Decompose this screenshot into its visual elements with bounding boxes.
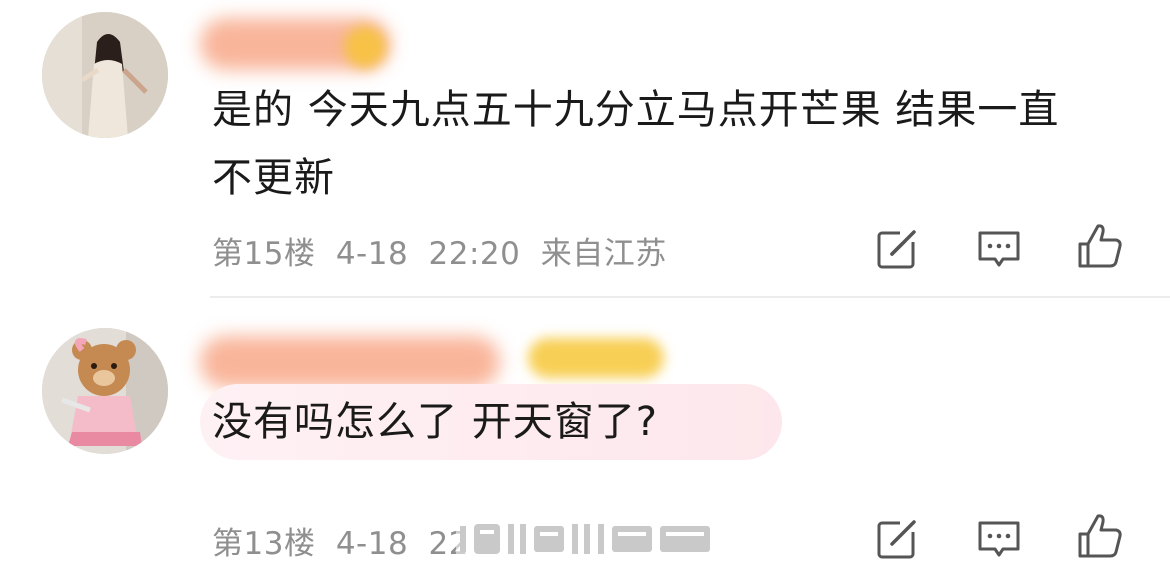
username-blurred[interactable]: [200, 336, 500, 388]
comment-meta: 第13楼 4-18 22: [212, 518, 469, 563]
comment-divider: [210, 296, 1170, 298]
location-label: 来自江苏: [540, 236, 667, 272]
comment-text-line: 是的 今天九点五十九分立马点开芒果 结果一直: [212, 87, 1060, 133]
avatar[interactable]: [42, 328, 168, 454]
comment-text: 没有吗怎么了 开天窗了?: [212, 388, 658, 456]
like-icon[interactable]: [1076, 512, 1124, 560]
date-label: 4-18: [335, 526, 409, 562]
reply-icon[interactable]: [975, 224, 1023, 272]
time-label: 22:20: [428, 236, 521, 272]
edit-icon[interactable]: [874, 224, 922, 272]
user-badge-icon: [344, 26, 386, 68]
comment-text-line: 不更新: [212, 155, 335, 201]
user-badge-icon: [528, 338, 664, 378]
edit-icon[interactable]: [874, 514, 922, 562]
comment-meta: 第15楼 4-18 22:20 来自江苏: [212, 228, 667, 273]
floor-label: 第15楼: [212, 236, 316, 272]
floor-label: 第13楼: [212, 526, 316, 562]
comment-text: 是的 今天九点五十九分立马点开芒果 结果一直 不更新: [212, 76, 1059, 212]
comment-text-line: 没有吗怎么了 开天窗了?: [212, 399, 658, 445]
date-label: 4-18: [335, 236, 409, 272]
avatar[interactable]: [42, 12, 168, 138]
reply-icon[interactable]: [975, 514, 1023, 562]
watermark-overlay: [456, 518, 716, 558]
like-icon[interactable]: [1076, 222, 1124, 270]
